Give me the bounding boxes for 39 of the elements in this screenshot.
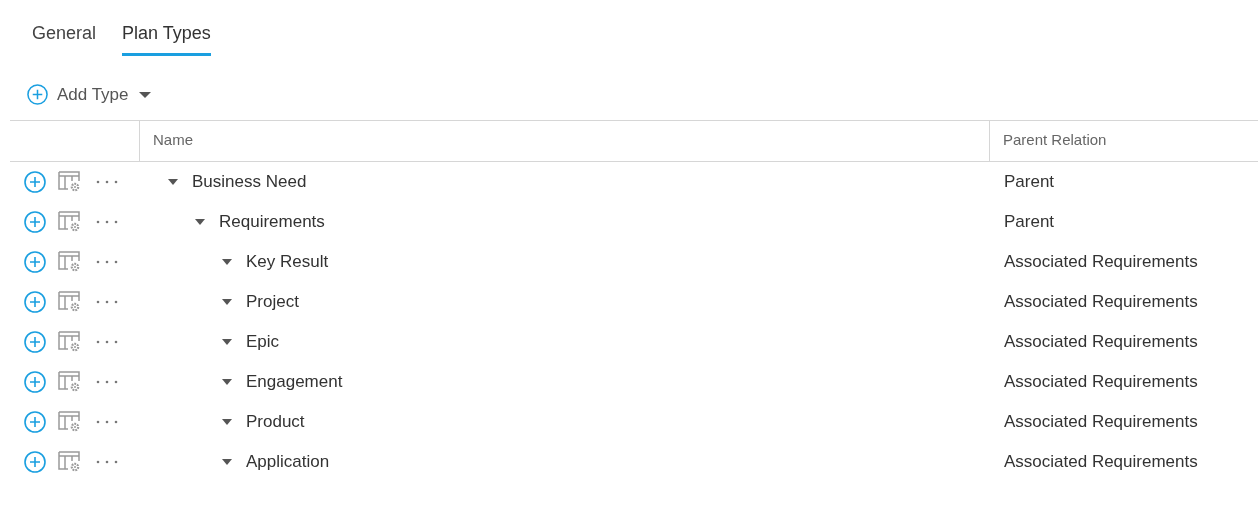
column-header: Name bbox=[140, 120, 990, 161]
tab[interactable]: General bbox=[32, 20, 97, 56]
parent-relation: Associated Requirements bbox=[1003, 450, 1198, 473]
more-icon[interactable] bbox=[96, 459, 118, 464]
add-icon[interactable] bbox=[24, 250, 46, 273]
more-icon[interactable] bbox=[96, 219, 118, 224]
add-icon[interactable] bbox=[24, 410, 46, 433]
type-name: Key Result bbox=[246, 250, 329, 273]
more-icon[interactable] bbox=[96, 339, 118, 344]
add-icon[interactable] bbox=[24, 170, 46, 193]
parent-relation: Associated Requirements bbox=[1003, 250, 1198, 273]
type-name: Business Need bbox=[192, 170, 307, 193]
parent-relation: Associated Requirements bbox=[1003, 370, 1198, 393]
add-icon[interactable] bbox=[24, 290, 46, 313]
type-name: Application bbox=[246, 450, 330, 473]
column-header: Parent Relation bbox=[1002, 130, 1107, 151]
add-icon[interactable] bbox=[24, 210, 46, 233]
add-icon[interactable] bbox=[24, 330, 46, 353]
more-icon[interactable] bbox=[96, 379, 118, 384]
add-icon[interactable] bbox=[24, 370, 46, 393]
type-name: Project bbox=[246, 290, 299, 313]
dropdown-caret-icon[interactable] bbox=[137, 89, 152, 100]
type-name: Epic bbox=[246, 330, 280, 353]
type-name: Product bbox=[246, 410, 305, 433]
more-icon[interactable] bbox=[96, 299, 118, 304]
more-icon[interactable] bbox=[96, 419, 118, 424]
parent-relation: Parent bbox=[1003, 170, 1055, 193]
parent-relation: Associated Requirements bbox=[1003, 410, 1198, 433]
add-icon[interactable] bbox=[27, 84, 48, 106]
parent-relation: Parent bbox=[1003, 210, 1055, 233]
type-name: Requirements bbox=[219, 210, 325, 233]
parent-relation: Associated Requirements bbox=[1003, 290, 1198, 313]
more-icon[interactable] bbox=[96, 259, 118, 264]
more-icon[interactable] bbox=[96, 179, 118, 184]
type-name: Engagement bbox=[246, 370, 343, 393]
add-icon[interactable] bbox=[24, 450, 46, 473]
add-type-button[interactable]: Add Type bbox=[27, 82, 152, 108]
parent-relation: Associated Requirements bbox=[1003, 330, 1198, 353]
tab[interactable]: Plan Types bbox=[122, 20, 211, 56]
